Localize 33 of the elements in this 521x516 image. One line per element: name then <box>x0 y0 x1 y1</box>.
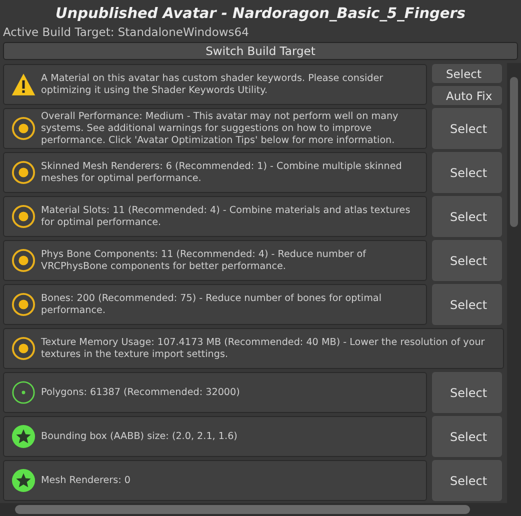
action-button[interactable]: Select <box>432 152 502 193</box>
message-text: Material Slots: 11 (Recommended: 4) - Combine materials and atlas textures for optimal performance. <box>41 204 412 228</box>
action-button[interactable]: Auto Fix <box>432 86 502 105</box>
action-button[interactable]: Select <box>432 416 502 457</box>
action-button[interactable]: Select <box>432 64 502 83</box>
status-ring-icon <box>11 160 36 185</box>
status-ring-icon <box>11 380 36 405</box>
message-text: Bones: 200 (Recommended: 75) - Reduce number of bones for optimal performance. <box>41 292 382 316</box>
status-ring-icon <box>11 204 36 229</box>
action-button[interactable]: Select <box>432 460 502 501</box>
warning-icon <box>11 72 36 97</box>
message-text: Texture Memory Usage: 107.4173 MB (Recommended: 40 MB) - Lower the resolution of your textures in the texture import settings. <box>41 336 486 360</box>
message-text: Polygons: 61387 (Recommended: 32000) <box>41 386 240 398</box>
status-ring-icon <box>11 292 36 317</box>
action-button[interactable]: Select <box>432 108 502 149</box>
status-ring-icon <box>11 116 36 141</box>
status-ring-icon <box>11 248 36 273</box>
message-text: Bounding box (AABB) size: (2.0, 2.1, 1.6) <box>41 430 238 442</box>
switch-build-target-button[interactable]: Switch Build Target <box>3 42 518 60</box>
message-text: Overall Performance: Medium - This avatar may not perform well on many systems. See additional warnings for suggestions on how to improve performance. Click 'Avatar Optimization Tips' below for more information. <box>41 110 400 146</box>
action-button[interactable]: Select <box>432 196 502 237</box>
message-text: Phys Bone Components: 11 (Recommended: 4) - Reduce number of VRCPhysBone components for better performance. <box>41 248 368 272</box>
message-text: Mesh Renderers: 0 <box>41 474 130 486</box>
action-button[interactable]: Select <box>432 284 502 325</box>
status-ring-icon <box>11 336 36 361</box>
message-text: A Material on this avatar has custom shader keywords. Please consider optimizing it using the Shader Keywords Utility. <box>41 72 384 96</box>
action-button[interactable]: Select <box>432 372 502 413</box>
window-title: Unpublished Avatar - Nardoragon_Basic_5_Fingers <box>54 5 467 24</box>
message-text: Skinned Mesh Renderers: 6 (Recommended: 1) - Combine multiple skinned meshes for optimal performance. <box>41 160 403 184</box>
build-target-label: Active Build Target: StandaloneWindows64 <box>2 25 250 40</box>
vertical-scrollbar[interactable] <box>507 63 521 503</box>
action-button[interactable]: Select <box>432 240 502 281</box>
horizontal-scrollbar[interactable] <box>0 503 521 516</box>
